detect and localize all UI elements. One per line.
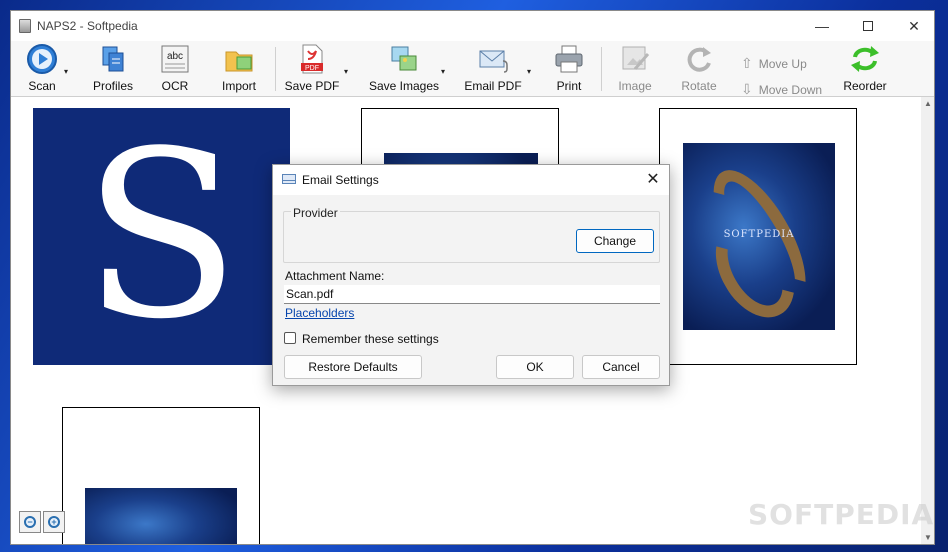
import-folder-icon xyxy=(223,43,255,75)
cancel-button[interactable]: Cancel xyxy=(582,355,660,379)
rotate-button[interactable]: Rotate xyxy=(679,43,719,95)
rotate-label: Rotate xyxy=(681,79,717,93)
svg-text:PDF: PDF xyxy=(305,65,319,72)
save-images-label: Save Images xyxy=(368,79,440,93)
scan-icon xyxy=(26,43,58,75)
placeholders-link[interactable]: Placeholders xyxy=(285,306,354,320)
reorder-label: Reorder xyxy=(843,79,887,93)
poster-text: SOFTPEDIA xyxy=(723,229,795,241)
image-label: Image xyxy=(618,79,652,93)
app-icon xyxy=(19,19,31,33)
scan-button[interactable]: Scan xyxy=(19,43,65,95)
move-up-button[interactable]: ⇧ Move Up xyxy=(741,55,807,72)
ocr-label: OCR xyxy=(161,79,189,93)
email-pdf-dropdown-icon[interactable]: ▾ xyxy=(527,67,535,76)
page-thumbnail-4[interactable] xyxy=(62,407,260,544)
email-settings-dialog: Email Settings ✕ Provider Change Attachm… xyxy=(272,164,670,386)
watermark: SOFTPEDIA xyxy=(748,498,935,531)
rotate-icon xyxy=(683,43,715,75)
move-down-button[interactable]: ⇩ Move Down xyxy=(741,81,822,98)
scroll-down-icon[interactable]: ▼ xyxy=(924,533,932,542)
email-icon xyxy=(282,174,296,184)
print-button[interactable]: Print xyxy=(551,43,587,95)
maximize-button[interactable] xyxy=(845,11,891,41)
thumbnail-image: S xyxy=(33,108,290,365)
move-down-label: Move Down xyxy=(758,82,823,97)
profiles-button[interactable]: Profiles xyxy=(89,43,137,95)
dialog-close-button[interactable]: ✕ xyxy=(641,169,665,191)
page-thumbnail-1[interactable]: S xyxy=(33,108,290,365)
close-window-button[interactable]: ✕ xyxy=(891,11,934,41)
zoom-out-button[interactable]: − xyxy=(19,511,41,533)
minimize-button[interactable]: — xyxy=(799,11,845,41)
restore-defaults-button[interactable]: Restore Defaults xyxy=(284,355,422,379)
page-thumbnail-3[interactable]: SOFTPEDIA xyxy=(659,108,857,365)
image-edit-icon xyxy=(619,43,651,75)
change-provider-button[interactable]: Change xyxy=(576,229,654,253)
ok-button[interactable]: OK xyxy=(496,355,574,379)
save-pdf-button[interactable]: PDF Save PDF xyxy=(283,43,341,95)
save-images-dropdown-icon[interactable]: ▾ xyxy=(441,67,449,76)
remember-settings-label: Remember these settings xyxy=(302,332,439,346)
window-title: NAPS2 - Softpedia xyxy=(37,19,138,33)
arrow-down-icon: ⇩ xyxy=(741,81,753,97)
save-images-icon xyxy=(388,43,420,75)
printer-icon xyxy=(553,43,585,75)
provider-group-label: Provider xyxy=(291,206,340,220)
ocr-icon: abc xyxy=(159,43,191,75)
vertical-scrollbar[interactable]: ▲ ▼ xyxy=(921,97,934,544)
maximize-icon xyxy=(863,21,873,31)
email-pdf-button[interactable]: Email PDF xyxy=(461,43,525,95)
dialog-title: Email Settings xyxy=(302,173,379,187)
attachment-name-input[interactable] xyxy=(284,285,660,304)
toolbar: Scan ▾ Profiles abc OCR Import PDF Save … xyxy=(11,41,934,97)
dialog-title-bar: Email Settings ✕ xyxy=(273,165,669,195)
save-pdf-icon: PDF xyxy=(296,43,328,75)
ocr-button[interactable]: abc OCR xyxy=(155,43,195,95)
toolbar-separator xyxy=(601,47,602,91)
reorder-icon xyxy=(849,43,881,75)
print-label: Print xyxy=(556,79,582,93)
arrow-up-icon: ⇧ xyxy=(741,55,753,71)
thumbnail-letter: S xyxy=(82,102,241,370)
zoom-in-button[interactable]: + xyxy=(43,511,65,533)
import-label: Import xyxy=(221,79,256,93)
remember-settings-checkbox[interactable] xyxy=(284,332,296,344)
thumbnail-image xyxy=(85,488,237,544)
zoom-in-icon: + xyxy=(48,516,60,528)
profiles-label: Profiles xyxy=(92,79,133,93)
profiles-icon xyxy=(97,43,129,75)
save-pdf-dropdown-icon[interactable]: ▾ xyxy=(344,67,352,76)
image-button[interactable]: Image xyxy=(615,43,655,95)
title-bar: NAPS2 - Softpedia — ✕ xyxy=(11,11,934,41)
thumbnail-image: SOFTPEDIA xyxy=(683,143,835,331)
toolbar-separator xyxy=(275,47,276,91)
scan-label: Scan xyxy=(28,79,56,93)
save-pdf-label: Save PDF xyxy=(284,79,340,93)
import-button[interactable]: Import xyxy=(215,43,263,95)
scroll-up-icon[interactable]: ▲ xyxy=(924,99,932,108)
attachment-name-label: Attachment Name: xyxy=(285,269,385,283)
save-images-button[interactable]: Save Images xyxy=(365,43,443,95)
scan-dropdown-icon[interactable]: ▾ xyxy=(64,67,72,76)
email-pdf-icon xyxy=(477,43,509,75)
svg-text:abc: abc xyxy=(167,51,183,62)
move-up-label: Move Up xyxy=(758,56,807,71)
zoom-out-icon: − xyxy=(24,516,36,528)
reorder-button[interactable]: Reorder xyxy=(841,43,889,95)
email-pdf-label: Email PDF xyxy=(464,79,522,93)
